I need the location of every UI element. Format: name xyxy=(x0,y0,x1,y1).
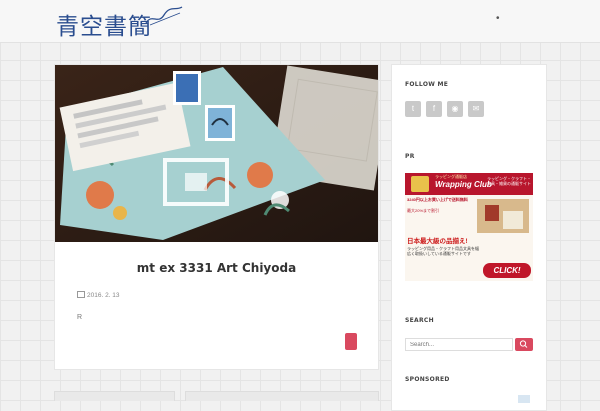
post-thumbnail[interactable] xyxy=(55,65,378,242)
post-date-text: 2016. 2. 13 xyxy=(87,292,120,299)
ad-product-bag xyxy=(503,211,523,229)
post-card: mt ex 3331 Art Chiyoda 2016. 2. 13 R xyxy=(54,64,379,370)
follow-me-title: FOLLOW ME xyxy=(405,81,449,88)
twitter-icon[interactable]: t xyxy=(405,101,421,117)
adchoices-icon[interactable] xyxy=(518,395,530,403)
post-excerpt: R xyxy=(77,314,83,321)
sponsored-title: SPONSORED xyxy=(405,376,450,383)
calendar-icon xyxy=(77,291,85,298)
post-date: 2016. 2. 13 xyxy=(77,291,120,299)
wrapping-club-ad-banner[interactable]: ラッピング通販店 Wrapping Club ラッピング・クラフト・文具・雑貨の… xyxy=(405,173,533,281)
gift-icon xyxy=(411,176,429,192)
ad-headline: ラッピング・クラフト・文具・雑貨の通販サイト xyxy=(487,176,531,186)
ad-highlight: 日本最大級の品揃え! xyxy=(407,238,468,245)
ad-cta-button[interactable]: CLICK! xyxy=(483,263,531,278)
search-input[interactable] xyxy=(405,338,513,351)
rss-icon[interactable]: ◉ xyxy=(447,101,463,117)
search-button[interactable] xyxy=(515,338,533,351)
ad-desc: ラッピング用品・クラフト用品文具を幅広く取扱いしている通販サイトです xyxy=(407,246,479,256)
ad-brand: Wrapping Club xyxy=(435,180,492,189)
ad-promo2: 最大20%まで割引 xyxy=(407,208,440,213)
search-icon xyxy=(519,340,528,348)
ad-promo1: 3240円以上お買い上げで送料無料 xyxy=(407,197,468,202)
pr-title: PR xyxy=(405,153,415,160)
read-more-button[interactable] xyxy=(345,333,357,350)
facebook-icon[interactable]: f xyxy=(426,101,442,117)
search-title: SEARCH xyxy=(405,317,434,324)
sidebar: FOLLOW ME t f ◉ ✉ PR ラッピング通販店 Wrapping C… xyxy=(391,64,547,411)
mail-icon[interactable]: ✉ xyxy=(468,101,484,117)
post-title[interactable]: mt ex 3331 Art Chiyoda xyxy=(55,261,378,275)
menu-toggle-icon[interactable]: • xyxy=(496,13,500,24)
site-logo[interactable]: 青空書簡 xyxy=(56,7,152,41)
envelope-photo xyxy=(55,65,378,242)
pen-signature-icon xyxy=(145,6,183,26)
site-header: 青空書簡 • xyxy=(0,0,600,43)
ad-product-box xyxy=(485,205,499,221)
